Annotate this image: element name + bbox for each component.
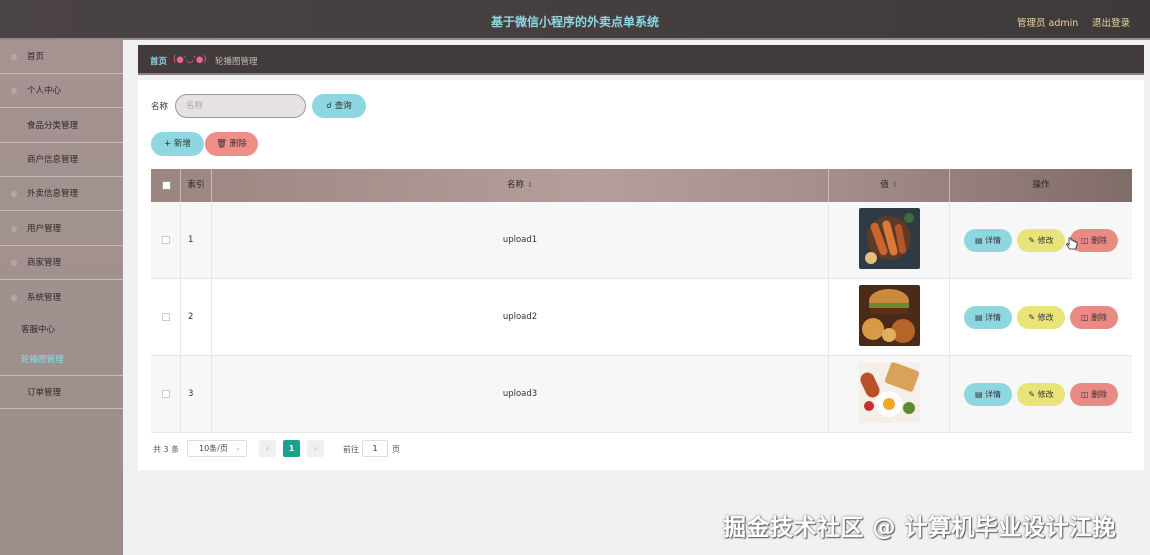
search-input[interactable]: 名称 [175,94,306,118]
menu-icon [11,191,17,197]
detail-button[interactable]: ▤ 详情 [964,383,1012,406]
app-title: 基于微信小程序的外卖点单系统 [490,15,659,29]
select-all-checkbox[interactable] [162,181,171,190]
trash-icon: ◫ [1080,313,1089,322]
food-image-thumbnail [859,362,920,423]
delete-button[interactable]: 🗑 删除 [205,132,258,156]
remove-button[interactable]: ◫ 删除 [1070,383,1118,406]
breadcrumb-current: 轮播图管理 [215,57,258,67]
row-name: upload1 [212,202,829,279]
detail-button[interactable]: ▤ 详情 [964,229,1012,252]
admin-label: 管理员 admin [1017,18,1079,29]
column-header-value[interactable]: 值 ⇕ [829,169,950,202]
row-index: 2 [181,279,212,356]
sidebar-item-orders[interactable]: 订单管理 [0,375,123,409]
plus-icon: + [164,139,172,149]
sidebar-item-label: 食品分类管理 [27,121,79,131]
sidebar-item-label: 商家管理 [27,258,62,268]
menu-icon [11,295,17,301]
top-bar: 基于微信小程序的外卖点单系统 管理员 admin 退出登录 [0,0,1150,40]
table-row: 2 upload2 ▤ 详情 ✎ 修改 ◫ 删除 [151,279,1132,356]
sidebar-item-home[interactable]: 首页 [0,40,123,74]
query-button[interactable]: ☌ 查询 [312,94,366,118]
sidebar-item-food-category[interactable]: 食品分类管理 [0,109,123,143]
watermark-text: 掘金技术社区 @ 计算机毕业设计江挽 [723,515,1117,541]
breadcrumb: 首页 (●'◡'●) 轮播图管理 [138,45,1144,75]
document-icon: ▤ [974,313,983,322]
chevron-left-icon: ‹ [265,444,270,453]
table-header: 索引 名称 ⇕ 值 ⇕ 操作 [151,169,1132,202]
breadcrumb-home[interactable]: 首页 [150,55,167,67]
header-select-all[interactable] [151,169,181,202]
document-icon: ▤ [974,390,983,399]
column-header-index: 索引 [181,169,212,202]
next-page-button[interactable]: › [307,440,324,457]
pagination-total: 共 3 条 [153,445,180,454]
table-row: 1 upload1 ▤ 详情 ✎ 修改 ◫ 删除 [151,202,1132,279]
trash-icon: 🗑 [216,139,228,149]
sort-icon[interactable]: ⇕ [527,181,533,189]
sidebar-item-merchant-info[interactable]: 商户信息管理 [0,143,123,177]
user-icon [11,88,17,94]
sidebar-item-label: 系统管理 [27,293,62,303]
pencil-icon: ✎ [1028,236,1036,245]
column-header-actions: 操作 [1032,180,1050,190]
sort-icon[interactable]: ⇕ [892,181,898,189]
row-name: upload2 [212,279,829,356]
edit-button[interactable]: ✎ 修改 [1017,383,1065,406]
goto-page-input[interactable]: 1 [362,440,388,457]
row-checkbox[interactable] [162,390,170,398]
food-image-thumbnail [859,208,920,269]
sidebar-item-label: 商户信息管理 [27,155,79,165]
prev-page-button[interactable]: ‹ [259,440,276,457]
chevron-right-icon: › [313,444,318,453]
breadcrumb-emoticon: (●'◡'●) [173,55,207,65]
row-index: 1 [181,202,212,279]
sidebar-subitem-carousel[interactable]: 轮播图管理 [0,345,123,375]
trash-icon: ◫ [1080,390,1089,399]
document-icon: ▤ [974,236,983,245]
column-header-name[interactable]: 名称 ⇕ [212,169,829,202]
sidebar-item-label: 订单管理 [27,388,62,398]
sidebar-item-label: 用户管理 [27,224,62,234]
row-name: upload3 [212,356,829,433]
page-size-select[interactable]: 10条/页 ⌄ [187,440,247,457]
home-icon [11,54,17,60]
remove-button[interactable]: ◫ 删除 [1070,306,1118,329]
food-image-thumbnail [859,285,920,346]
sidebar-item-label: 外卖信息管理 [27,189,79,199]
menu-icon [11,260,17,266]
detail-button[interactable]: ▤ 详情 [964,306,1012,329]
pencil-icon: ✎ [1028,313,1036,322]
row-index: 3 [181,356,212,433]
goto-label: 前往 [343,445,359,454]
edit-button[interactable]: ✎ 修改 [1017,229,1065,252]
add-button[interactable]: + 新增 [151,132,204,156]
table-row: 3 upload3 ▤ 详情 ✎ 修改 ◫ 删除 [151,356,1132,433]
sidebar-item-label: 首页 [27,52,45,62]
chevron-down-icon: ⌄ [235,444,241,452]
edit-button[interactable]: ✎ 修改 [1017,306,1065,329]
menu-icon [11,226,17,232]
hand-cursor-icon [1065,237,1078,254]
trash-icon: ◫ [1080,236,1089,245]
row-checkbox[interactable] [162,236,170,244]
page-number-current[interactable]: 1 [283,440,300,457]
sidebar-item-delivery-info[interactable]: 外卖信息管理 [0,177,123,211]
sidebar: 首页 个人中心 食品分类管理 商户信息管理 外卖信息管理 用户管理 商家管理 系… [0,40,123,555]
sidebar-item-system[interactable]: 系统管理 [0,281,123,315]
row-checkbox[interactable] [162,313,170,321]
pencil-icon: ✎ [1028,390,1036,399]
search-icon: ☌ [326,101,332,111]
sidebar-item-label: 个人中心 [27,86,62,96]
search-label: 名称 [151,102,169,112]
sidebar-item-users[interactable]: 用户管理 [0,212,123,246]
sidebar-item-profile[interactable]: 个人中心 [0,74,123,108]
sidebar-item-merchants[interactable]: 商家管理 [0,246,123,280]
logout-link[interactable]: 退出登录 [1092,15,1130,29]
goto-unit-label: 页 [392,445,400,454]
sidebar-subitem-service[interactable]: 客服中心 [0,315,123,345]
